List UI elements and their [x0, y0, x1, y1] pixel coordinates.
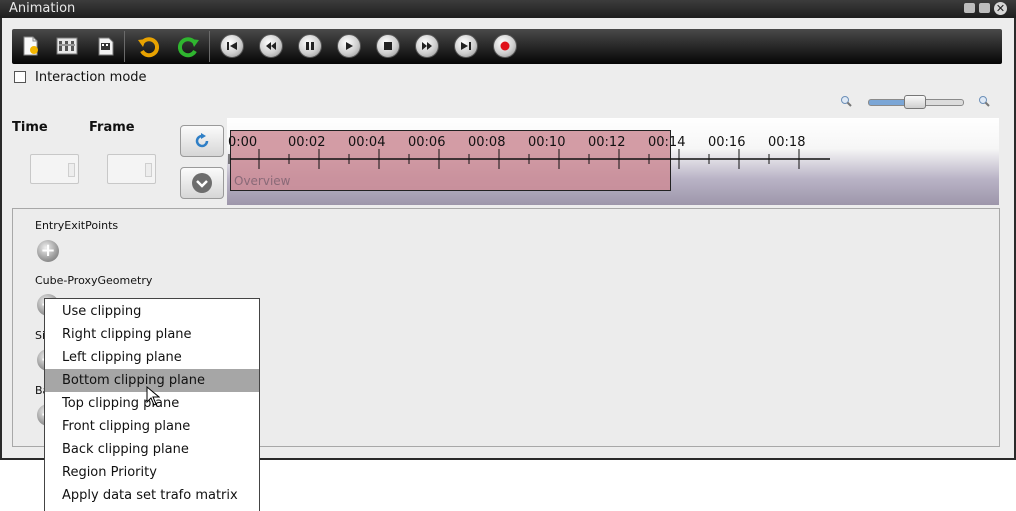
menu-item-right-clipping-plane[interactable]: Right clipping plane — [45, 323, 259, 346]
frame-spinbox[interactable] — [107, 154, 156, 184]
time-spinbox[interactable] — [30, 154, 79, 184]
interaction-mode-checkbox[interactable] — [14, 71, 26, 83]
timeline-tick-label: 00:02 — [288, 135, 325, 150]
menu-item-apply-trafo-matrix[interactable]: Apply data set trafo matrix — [45, 484, 259, 507]
zoom-in-icon[interactable] — [978, 95, 990, 107]
add-track-icon[interactable]: + — [37, 240, 59, 262]
fast-forward-icon[interactable] — [414, 33, 440, 59]
undo-icon[interactable] — [136, 33, 162, 59]
track-label: EntryExitPoints — [35, 219, 119, 232]
timeline-tick-label: 00:04 — [348, 135, 385, 150]
spin-arrows[interactable] — [145, 163, 152, 177]
zoom-out-icon[interactable] — [840, 95, 852, 107]
zoom-slider-handle[interactable] — [904, 95, 926, 109]
toolbar-separator — [209, 31, 210, 62]
export-animation-icon[interactable] — [93, 33, 119, 59]
title-bar: Animation ✕ — [0, 0, 1016, 18]
expand-overview-button[interactable] — [180, 167, 224, 199]
timeline-tick-label: 00:18 — [768, 135, 805, 150]
menu-item-front-clipping-plane[interactable]: Front clipping plane — [45, 415, 259, 438]
time-label: Time — [12, 120, 48, 135]
new-animation-icon[interactable] — [17, 33, 43, 59]
timeline-axis: 0:00 00:02 00:04 00:06 00:08 00:10 00:12 00:14 0… — [228, 135, 830, 169]
interaction-mode-label: Interaction mode — [35, 69, 147, 85]
redo-icon[interactable] — [175, 33, 201, 59]
menu-item-back-clipping-plane[interactable]: Back clipping plane — [45, 438, 259, 461]
track-label: Cube-ProxyGeometry — [35, 274, 153, 287]
timeline-tick-label: 00:10 — [528, 135, 565, 150]
timeline-tick-label: 00:12 — [588, 135, 625, 150]
chevron-down-icon — [192, 173, 212, 193]
rewind-icon[interactable] — [258, 33, 284, 59]
spin-arrows[interactable] — [68, 163, 75, 177]
refresh-icon — [195, 133, 209, 148]
pause-icon[interactable] — [297, 33, 323, 59]
animation-settings-icon[interactable] — [54, 33, 80, 59]
menu-item-region-priority[interactable]: Region Priority — [45, 461, 259, 484]
close-button[interactable]: ✕ — [994, 2, 1007, 15]
mouse-cursor-icon — [146, 386, 160, 406]
timeline-tick-label: 00:08 — [468, 135, 505, 150]
frame-label: Frame — [89, 120, 135, 135]
skip-to-end-icon[interactable] — [453, 33, 479, 59]
toolbar-separator — [124, 31, 125, 62]
timeline-tick-label: 00:14 — [648, 135, 685, 150]
minimize-button[interactable] — [964, 3, 975, 13]
reset-timeline-button[interactable] — [180, 125, 224, 157]
timeline-tick-label: 0:00 — [228, 135, 257, 150]
play-icon[interactable] — [336, 33, 362, 59]
interaction-mode-toggle[interactable]: Interaction mode — [14, 69, 147, 85]
zoom-control — [838, 94, 996, 110]
menu-item-use-clipping[interactable]: Use clipping — [45, 300, 259, 323]
timeline-overview[interactable]: Overview 0:00 00:02 00:04 00:06 00:08 00:10 00… — [227, 118, 999, 205]
menu-item-left-clipping-plane[interactable]: Left clipping plane — [45, 346, 259, 369]
timeline-tick-label: 00:16 — [708, 135, 745, 150]
stop-icon[interactable] — [375, 33, 401, 59]
maximize-button[interactable] — [979, 3, 990, 13]
timeline-tick-label: 00:06 — [408, 135, 445, 150]
record-icon[interactable] — [492, 33, 518, 59]
animation-toolbar — [12, 29, 1002, 64]
skip-to-start-icon[interactable] — [219, 33, 245, 59]
window-title: Animation — [9, 1, 76, 16]
